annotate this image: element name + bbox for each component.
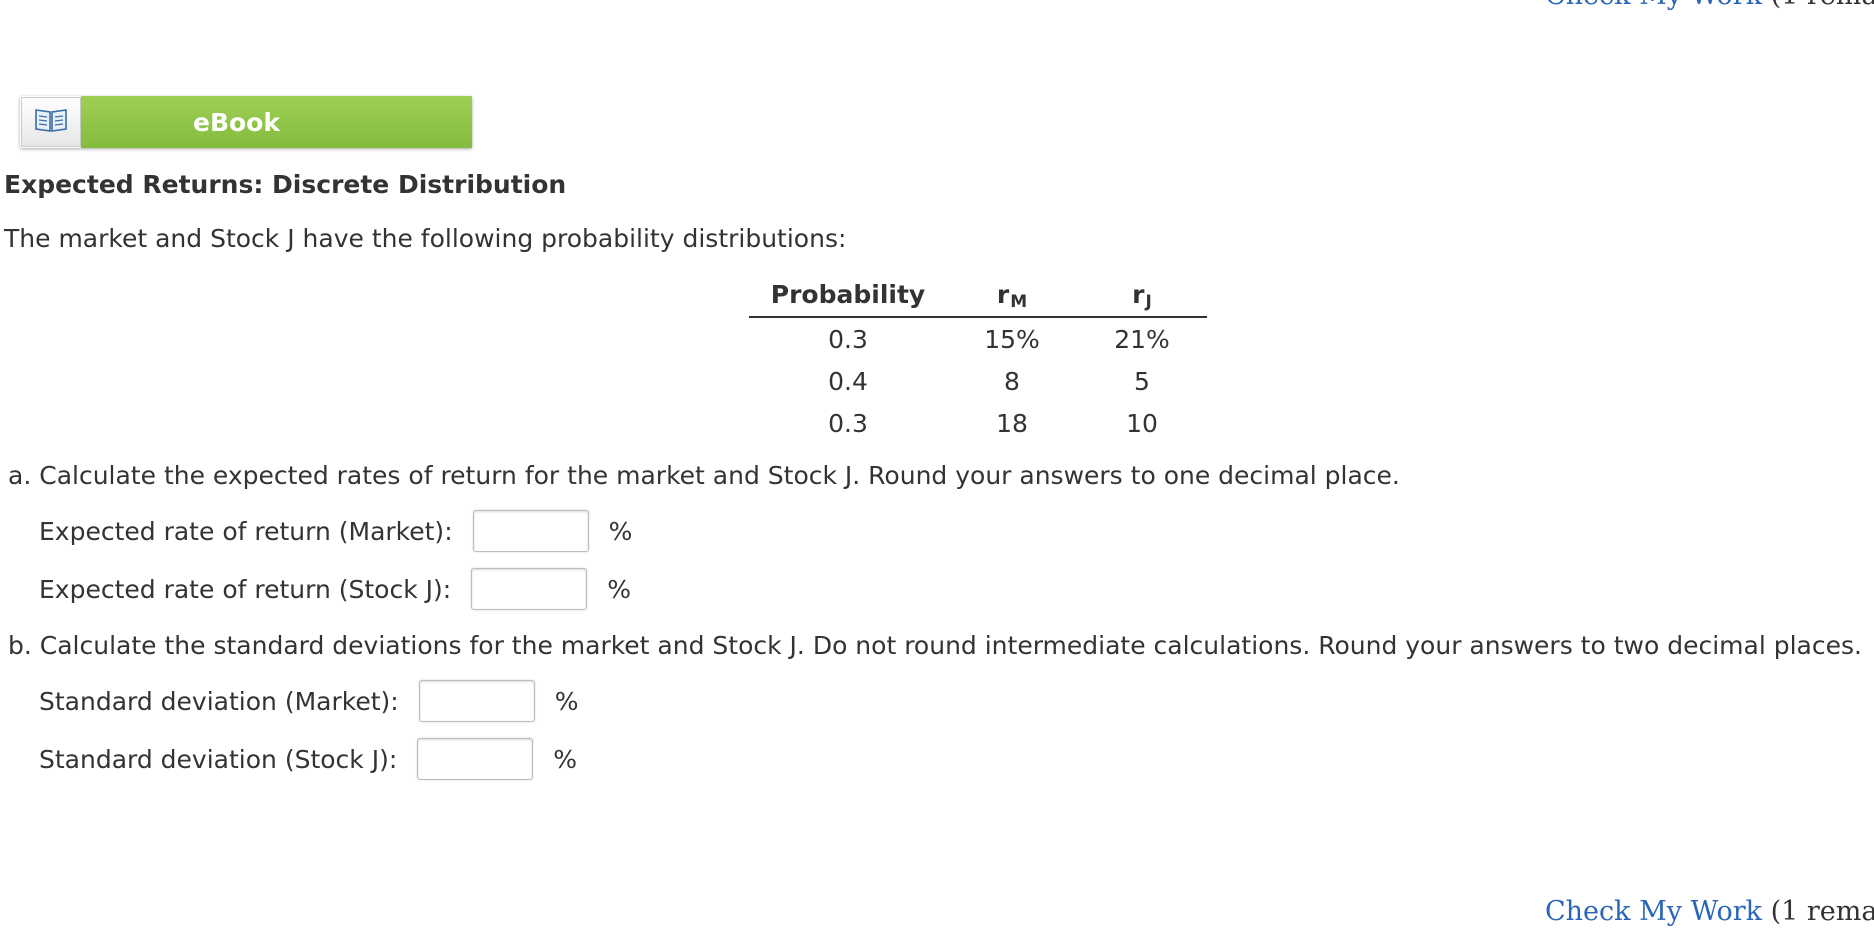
check-my-work-link[interactable]: Check My Work: [1545, 0, 1762, 11]
cell-rm: 8: [1004, 366, 1020, 396]
answer-row-expected-market: Expected rate of return (Market): %: [39, 510, 632, 552]
answer-row-std-stock-j: Standard deviation (Stock J): %: [39, 738, 577, 780]
cell-rm: 15%: [984, 324, 1040, 354]
check-my-work-link[interactable]: Check My Work: [1545, 896, 1762, 927]
table-row: 0.3 18 10: [749, 402, 1207, 444]
probability-distribution-table: Probability rM rJ 0.3 15% 21% 0.4 8 5 0.…: [749, 272, 1207, 444]
cell-rj: 21%: [1114, 324, 1170, 354]
percent-unit: %: [553, 744, 578, 774]
cell-rj: 10: [1126, 408, 1158, 438]
remaining-attempts: (1 remaining): [1770, 896, 1874, 927]
check-my-work-top: Check My Work (1 remaining): [1545, 0, 1874, 11]
cell-probability: 0.4: [828, 366, 868, 396]
std-stock-j-input[interactable]: [417, 738, 534, 780]
question-b-letter: b.: [8, 631, 32, 660]
ebook-icon-box: [21, 97, 81, 147]
table-header-row: Probability rM rJ: [749, 272, 1207, 318]
expected-market-label: Expected rate of return (Market):: [39, 516, 453, 546]
header-rm: rM: [947, 272, 1077, 318]
percent-unit: %: [607, 574, 631, 604]
cell-probability: 0.3: [828, 408, 868, 438]
table-row: 0.4 8 5: [749, 360, 1207, 402]
percent-unit: %: [608, 516, 633, 546]
header-rj-symbol: r: [1132, 279, 1145, 309]
question-a-text: Calculate the expected rates of return f…: [39, 461, 1400, 490]
std-market-input[interactable]: [418, 680, 535, 722]
header-rj: rJ: [1077, 272, 1207, 318]
cell-rm: 18: [996, 408, 1028, 438]
header-rm-symbol: r: [996, 279, 1010, 309]
percent-unit: %: [554, 686, 579, 716]
remaining-attempts: (1 remaining): [1771, 0, 1874, 11]
question-b: b. Calculate the standard deviations for…: [8, 631, 1862, 660]
std-stock-j-label: Standard deviation (Stock J):: [39, 744, 398, 774]
question-b-text: Calculate the standard deviations for th…: [39, 631, 1862, 660]
ebook-label: eBook: [81, 96, 472, 148]
expected-stock-j-label: Expected rate of return (Stock J):: [39, 574, 452, 604]
cell-rj: 5: [1134, 366, 1150, 396]
open-book-icon: [34, 107, 68, 137]
answer-row-expected-stock-j: Expected rate of return (Stock J): %: [39, 568, 631, 610]
cell-probability: 0.3: [828, 324, 868, 354]
intro-text: The market and Stock J have the followin…: [4, 224, 847, 253]
ebook-button[interactable]: eBook: [20, 96, 472, 148]
table-row: 0.3 15% 21%: [749, 317, 1207, 360]
expected-market-input[interactable]: [472, 510, 589, 552]
header-probability: Probability: [749, 272, 947, 318]
question-a-letter: a.: [8, 461, 32, 490]
expected-stock-j-input[interactable]: [471, 568, 588, 610]
answer-row-std-market: Standard deviation (Market): %: [39, 680, 578, 722]
check-my-work-bottom: Check My Work (1 remaining): [1545, 896, 1874, 927]
question-a: a. Calculate the expected rates of retur…: [8, 461, 1400, 490]
header-rm-subscript: M: [1010, 291, 1028, 312]
header-rj-subscript: J: [1145, 291, 1152, 312]
problem-title: Expected Returns: Discrete Distribution: [4, 170, 567, 199]
std-market-label: Standard deviation (Market):: [39, 686, 399, 716]
